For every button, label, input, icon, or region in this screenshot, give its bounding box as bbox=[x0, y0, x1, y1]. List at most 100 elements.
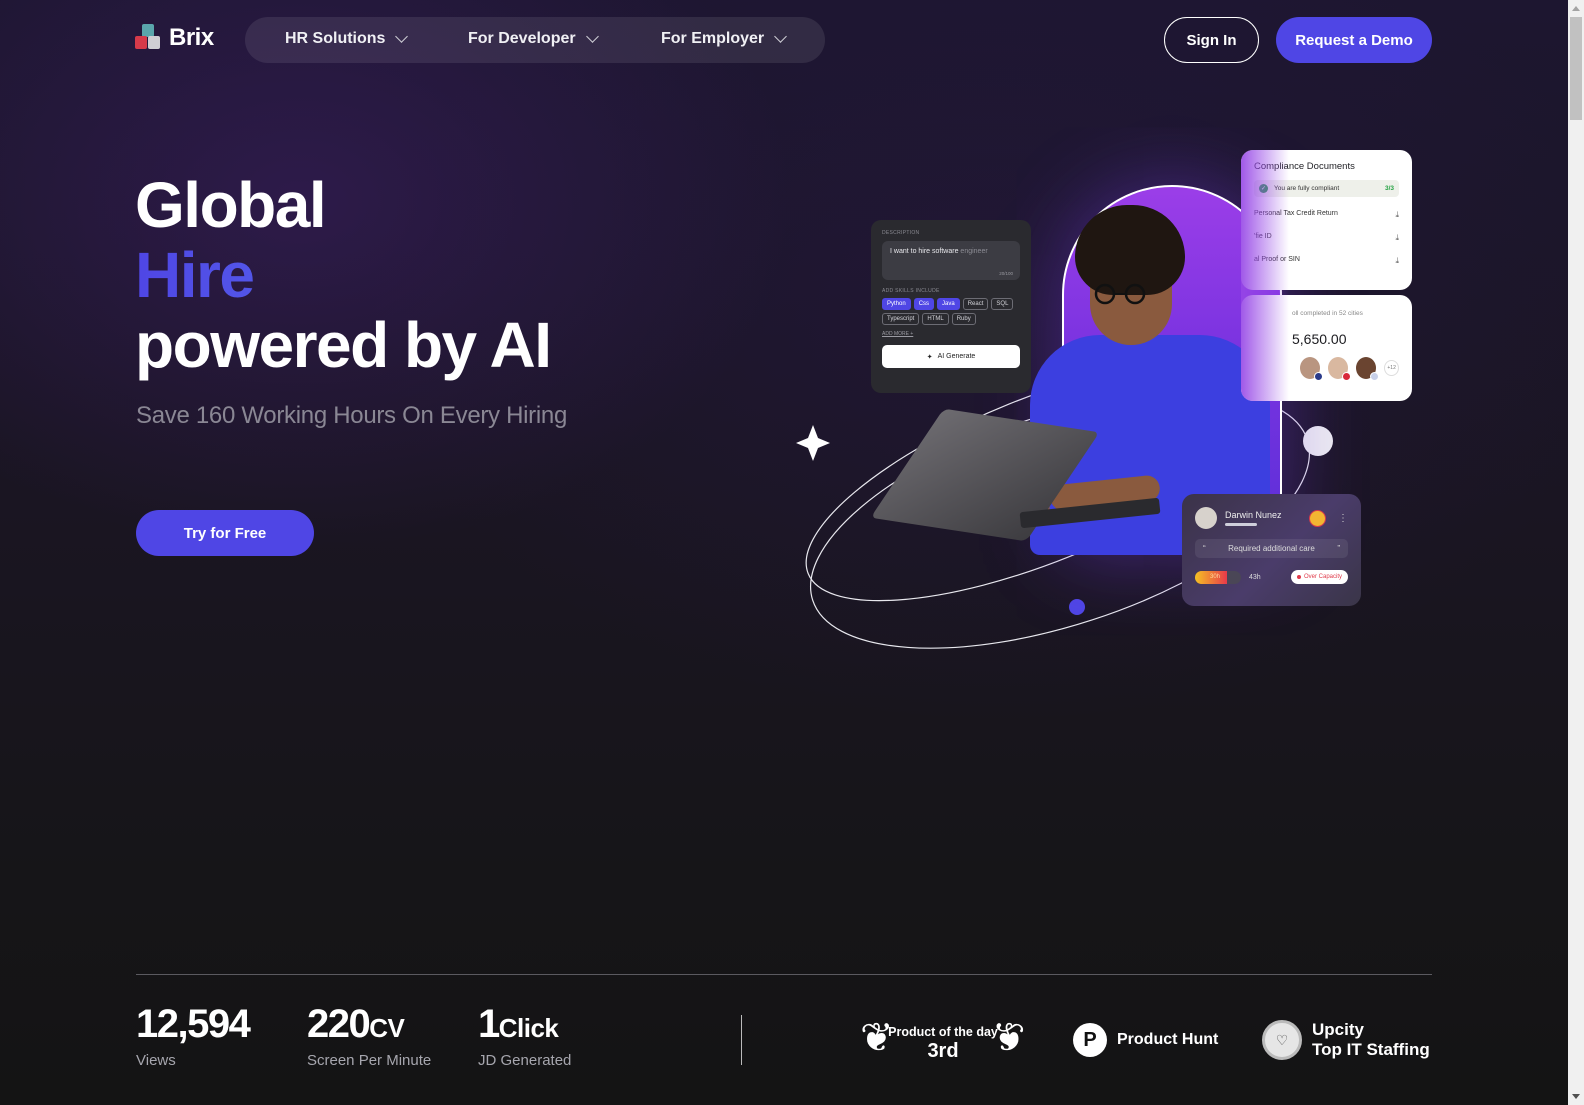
job-description-card: DESCRIPTION I want to hire software engi… bbox=[871, 220, 1031, 393]
chevron-down-icon bbox=[585, 30, 599, 43]
avatar bbox=[1328, 357, 1352, 381]
quote-open-icon: “ bbox=[1203, 544, 1206, 553]
upcity-badge[interactable]: ♡ Upcity Top IT Staffing bbox=[1262, 1020, 1430, 1060]
chevron-down-icon bbox=[774, 30, 788, 43]
hours-logged: 30h bbox=[1210, 573, 1221, 580]
more-avatars-count: +12 bbox=[1384, 360, 1400, 376]
orbit-dot bbox=[1303, 426, 1333, 456]
stat-jd-generated: 1Click JD Generated bbox=[478, 1002, 571, 1069]
document-row[interactable]: al Proof or SIN ⤓ bbox=[1254, 256, 1399, 266]
stat-label: Views bbox=[136, 1052, 176, 1069]
compliance-status: ✓ You are fully compliant 3/3 bbox=[1254, 180, 1399, 197]
skill-chip[interactable]: Python bbox=[882, 298, 911, 310]
hero-title-line1: Global bbox=[135, 169, 327, 241]
document-row[interactable]: 'fie ID ⤓ bbox=[1254, 233, 1399, 243]
skill-chip[interactable]: Ruby bbox=[951, 313, 976, 325]
hero-title-line3: powered by AI bbox=[135, 309, 552, 381]
page: Brix HR Solutions For Developer For Empl… bbox=[0, 0, 1568, 1105]
sign-in-button[interactable]: Sign In bbox=[1164, 17, 1259, 63]
nav-item-for-developer[interactable]: For Developer bbox=[468, 30, 599, 48]
payroll-card: oll completed in 52 cities 5,650.00 +12 bbox=[1241, 295, 1412, 401]
vertical-divider bbox=[741, 1015, 742, 1065]
compliance-card: Compliance Documents ✓ You are fully com… bbox=[1241, 150, 1412, 290]
char-count: 20/100 bbox=[999, 271, 1013, 276]
laurel-left-icon: ❦ bbox=[860, 1016, 894, 1060]
avatar bbox=[1300, 357, 1324, 381]
sparkles-icon: ✦ bbox=[926, 353, 933, 361]
employee-note: “ Required additional care ” bbox=[1195, 539, 1348, 558]
hours-total: 43h bbox=[1249, 573, 1261, 581]
stat-unit: CV bbox=[369, 1013, 405, 1043]
add-more-skills-link[interactable]: ADD MORE + bbox=[882, 331, 1020, 337]
check-circle-icon: ✓ bbox=[1259, 184, 1268, 193]
more-options-icon[interactable]: ⋮ bbox=[1338, 513, 1348, 524]
hero-title-accent: Hire bbox=[135, 240, 551, 310]
nav-label: HR Solutions bbox=[285, 30, 386, 47]
nav-label: For Employer bbox=[661, 30, 765, 47]
description-input[interactable]: I want to hire software engineer 20/100 bbox=[882, 241, 1020, 280]
avatar bbox=[1356, 357, 1380, 381]
document-row[interactable]: Personal Tax Credit Return ⤓ bbox=[1254, 210, 1399, 220]
product-of-the-day-award: ❦ ❦ Product of the day 3rd bbox=[860, 1013, 1026, 1065]
request-demo-button[interactable]: Request a Demo bbox=[1276, 17, 1432, 63]
cubes-logo-icon bbox=[135, 24, 161, 52]
skill-chip[interactable]: Java bbox=[937, 298, 960, 310]
skills-list: Python Css Java React SQL Typescript HTM… bbox=[882, 298, 1020, 325]
stat-label: JD Generated bbox=[478, 1052, 572, 1069]
uk-flag-icon bbox=[1314, 372, 1324, 381]
sparkle-icon bbox=[796, 425, 830, 461]
employee-note-text: Required additional care bbox=[1228, 544, 1315, 553]
brand-logo[interactable]: Brix bbox=[135, 24, 214, 52]
chevron-down-icon bbox=[395, 30, 409, 43]
stat-label: Screen Per Minute bbox=[307, 1052, 432, 1069]
description-suggestion: engineer bbox=[958, 248, 988, 255]
product-hunt-label: Product Hunt bbox=[1117, 1031, 1219, 1048]
download-icon[interactable]: ⤓ bbox=[1395, 233, 1399, 243]
quote-close-icon: ” bbox=[1337, 544, 1340, 553]
product-hunt-icon: P bbox=[1073, 1023, 1107, 1057]
document-name: 'fie ID bbox=[1254, 233, 1272, 240]
nav-item-for-employer[interactable]: For Employer bbox=[661, 30, 788, 48]
worried-emoji-icon bbox=[1309, 509, 1326, 527]
skill-chip[interactable]: HTML bbox=[922, 313, 949, 325]
stat-value: 220 bbox=[307, 1002, 371, 1046]
stat-value: 1 bbox=[478, 1002, 500, 1046]
status-text: Over Capacity bbox=[1303, 574, 1342, 580]
product-hunt-badge[interactable]: P Product Hunt bbox=[1073, 1023, 1218, 1057]
section-divider bbox=[136, 974, 1432, 975]
orbit-dot bbox=[1069, 599, 1085, 615]
employee-avatar bbox=[1195, 507, 1217, 529]
stat-screen-per-minute: 220CV Screen Per Minute bbox=[307, 1002, 431, 1069]
employee-card: Darwin Nunez ⋮ “ Required additional car… bbox=[1182, 494, 1361, 606]
ai-generate-label: AI Generate bbox=[937, 353, 976, 360]
compliance-status-text: You are fully compliant bbox=[1274, 185, 1340, 192]
description-value: I want to hire software bbox=[890, 248, 959, 255]
skills-label: ADD SKILLS INCLUDE bbox=[882, 288, 940, 294]
skill-chip[interactable]: React bbox=[962, 298, 989, 310]
singapore-flag-icon bbox=[1342, 372, 1352, 381]
ai-generate-button[interactable]: ✦ AI Generate bbox=[882, 345, 1020, 368]
status-dot-icon bbox=[1296, 575, 1301, 579]
download-icon[interactable]: ⤓ bbox=[1395, 210, 1399, 220]
stat-unit: Click bbox=[498, 1013, 559, 1043]
payroll-amount: 5,650.00 bbox=[1292, 331, 1347, 347]
scroll-down-arrow-icon[interactable] bbox=[1572, 1094, 1580, 1099]
hero-subtitle: Save 160 Working Hours On Every Hiring bbox=[136, 402, 568, 429]
try-for-free-button[interactable]: Try for Free bbox=[136, 510, 314, 556]
scroll-up-arrow-icon[interactable] bbox=[1572, 6, 1580, 11]
upcity-label: Upcity bbox=[1312, 1020, 1364, 1039]
scrollbar-thumb[interactable] bbox=[1570, 17, 1582, 120]
skill-chip[interactable]: SQL bbox=[991, 298, 1014, 310]
upcity-seal-icon: ♡ bbox=[1262, 1020, 1302, 1060]
document-name: Personal Tax Credit Return bbox=[1254, 210, 1338, 217]
brand-name: Brix bbox=[169, 24, 214, 51]
download-icon[interactable]: ⤓ bbox=[1395, 256, 1399, 266]
nav-item-hr-solutions[interactable]: HR Solutions bbox=[285, 30, 409, 48]
employee-name: Darwin Nunez bbox=[1225, 510, 1282, 520]
skill-chip[interactable]: Css bbox=[913, 298, 935, 310]
vertical-scrollbar[interactable] bbox=[1568, 0, 1584, 1105]
hero-title: Global Hire powered by AI bbox=[135, 169, 552, 381]
over-capacity-badge: Over Capacity bbox=[1290, 570, 1348, 584]
skill-chip[interactable]: Typescript bbox=[882, 313, 920, 325]
compliance-title: Compliance Documents bbox=[1254, 161, 1355, 172]
